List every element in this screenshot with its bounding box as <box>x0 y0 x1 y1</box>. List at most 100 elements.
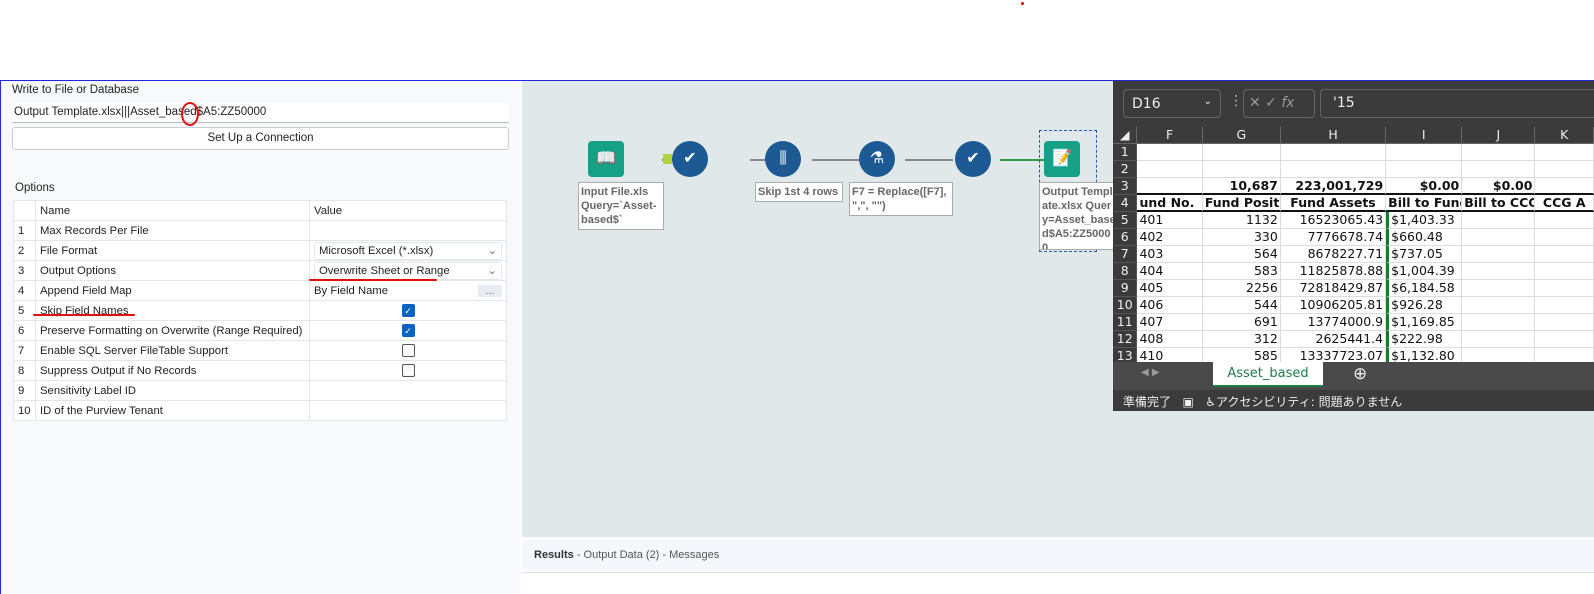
option-value-cell[interactable]: ✓ <box>309 300 507 321</box>
row-header[interactable]: 12 <box>1113 331 1138 348</box>
cell[interactable]: $1,169.85 <box>1386 314 1463 331</box>
checkbox[interactable] <box>401 344 415 357</box>
cell[interactable]: Bill to CCG <box>1462 195 1536 212</box>
row-header[interactable]: 5 <box>1113 212 1138 229</box>
checkbox[interactable]: ✓ <box>401 304 415 317</box>
option-value-cell[interactable] <box>309 340 507 361</box>
file-path-input[interactable]: Output Template.xlsx|||Asset_based$A5:ZZ… <box>12 103 509 123</box>
dropdown[interactable]: Overwrite Sheet or Range ⌄ <box>314 261 502 280</box>
row-header[interactable]: 11 <box>1113 314 1138 331</box>
cell[interactable] <box>1462 229 1536 246</box>
cell[interactable] <box>1462 314 1536 331</box>
formula-bar[interactable]: '15 <box>1320 89 1594 118</box>
cell[interactable]: 564 <box>1202 246 1281 263</box>
formula-tool-icon[interactable]: ⚗ <box>859 141 895 177</box>
cell[interactable]: Bill to Fund <box>1386 195 1463 212</box>
cell[interactable]: 223,001,729 <box>1280 178 1387 195</box>
results-subtitle[interactable]: - Output Data (2) - Messages <box>577 549 719 561</box>
cell[interactable] <box>1535 314 1594 331</box>
cell[interactable] <box>1137 144 1203 161</box>
checkbox[interactable] <box>401 364 415 377</box>
cell[interactable]: $1,403.33 <box>1386 212 1463 229</box>
column-header[interactable]: F <box>1137 127 1203 144</box>
input-data-tool-icon[interactable]: 📖 <box>588 141 624 177</box>
accessibility-status[interactable]: アクセシビリティ: 問題ありません <box>1216 395 1402 409</box>
cell[interactable] <box>1535 246 1594 263</box>
option-value-cell[interactable]: Overwrite Sheet or Range ⌄ <box>309 260 507 281</box>
column-header[interactable]: G <box>1202 127 1281 144</box>
dropdown[interactable]: Microsoft Excel (*.xlsx) ⌄ <box>314 241 502 260</box>
select-all-corner[interactable]: ◢ <box>1113 127 1138 144</box>
cell[interactable] <box>1462 161 1536 178</box>
cell[interactable]: 2625441.4 <box>1280 331 1387 348</box>
cell[interactable]: $0.00 <box>1386 178 1463 195</box>
cell[interactable]: 401 <box>1137 212 1203 229</box>
row-header[interactable]: 2 <box>1113 161 1138 178</box>
cell[interactable]: 11825878.88 <box>1280 263 1387 280</box>
cell[interactable] <box>1137 161 1203 178</box>
row-header[interactable]: 1 <box>1113 144 1138 161</box>
cell[interactable]: 8678227.71 <box>1280 246 1387 263</box>
cell[interactable]: $0.00 <box>1462 178 1536 195</box>
cell[interactable] <box>1462 297 1536 314</box>
option-value-cell[interactable] <box>309 380 507 401</box>
cell[interactable] <box>1462 144 1536 161</box>
cell[interactable] <box>1386 161 1463 178</box>
option-value-cell[interactable] <box>309 220 507 241</box>
cell[interactable]: 402 <box>1137 229 1203 246</box>
row-header[interactable]: 7 <box>1113 246 1138 263</box>
cell[interactable]: $6,184.58 <box>1386 280 1463 297</box>
cell[interactable] <box>1462 246 1536 263</box>
cell[interactable]: 403 <box>1137 246 1203 263</box>
cell[interactable] <box>1535 263 1594 280</box>
column-header[interactable]: I <box>1386 127 1463 144</box>
select-tool-icon[interactable]: ✔ <box>672 141 708 177</box>
column-header[interactable]: J <box>1462 127 1536 144</box>
row-header[interactable]: 3 <box>1113 178 1138 195</box>
sample-tool-icon[interactable]: ⫼ <box>765 141 801 177</box>
add-sheet-icon[interactable]: ⊕ <box>1353 364 1367 384</box>
cell[interactable]: 691 <box>1202 314 1281 331</box>
chevron-down-icon[interactable]: ⌄ <box>1204 96 1212 107</box>
cell[interactable]: CCG A <box>1535 195 1594 212</box>
cell[interactable]: 408 <box>1137 331 1203 348</box>
cell[interactable] <box>1202 144 1281 161</box>
cell[interactable] <box>1386 144 1463 161</box>
row-header[interactable]: 4 <box>1113 195 1138 212</box>
cell[interactable]: Fund Assets <box>1280 195 1387 212</box>
cell[interactable]: 10906205.81 <box>1280 297 1387 314</box>
cell[interactable]: 405 <box>1137 280 1203 297</box>
cell[interactable] <box>1462 212 1536 229</box>
cell[interactable]: $1,004.39 <box>1386 263 1463 280</box>
option-value-cell[interactable] <box>309 360 507 381</box>
cell[interactable] <box>1462 263 1536 280</box>
cell[interactable] <box>1535 229 1594 246</box>
select-tool-icon[interactable]: ✔ <box>955 141 991 177</box>
cell[interactable]: $222.98 <box>1386 331 1463 348</box>
cell[interactable]: 330 <box>1202 229 1281 246</box>
cell[interactable] <box>1535 297 1594 314</box>
cell[interactable]: 404 <box>1137 263 1203 280</box>
row-header[interactable]: 8 <box>1113 263 1138 280</box>
checkbox[interactable]: ✓ <box>401 324 415 337</box>
row-header[interactable]: 10 <box>1113 297 1138 314</box>
cell[interactable] <box>1202 161 1281 178</box>
cell[interactable] <box>1535 212 1594 229</box>
column-header[interactable]: K <box>1535 127 1594 144</box>
cell[interactable] <box>1535 331 1594 348</box>
setup-connection-button[interactable]: Set Up a Connection <box>12 127 509 150</box>
column-header[interactable]: H <box>1280 127 1387 144</box>
cell[interactable] <box>1280 161 1387 178</box>
cell[interactable] <box>1280 144 1387 161</box>
option-value-cell[interactable] <box>309 400 507 421</box>
cell[interactable]: $926.28 <box>1386 297 1463 314</box>
cell[interactable]: 2256 <box>1202 280 1281 297</box>
cell[interactable]: 583 <box>1202 263 1281 280</box>
cell[interactable]: und No. <box>1137 195 1203 212</box>
cell[interactable]: 16523065.43 <box>1280 212 1387 229</box>
name-box[interactable]: D16 ⌄ <box>1123 89 1221 118</box>
cell[interactable] <box>1535 280 1594 297</box>
cell[interactable]: 406 <box>1137 297 1203 314</box>
row-header[interactable]: 9 <box>1113 280 1138 297</box>
cell[interactable]: 544 <box>1202 297 1281 314</box>
